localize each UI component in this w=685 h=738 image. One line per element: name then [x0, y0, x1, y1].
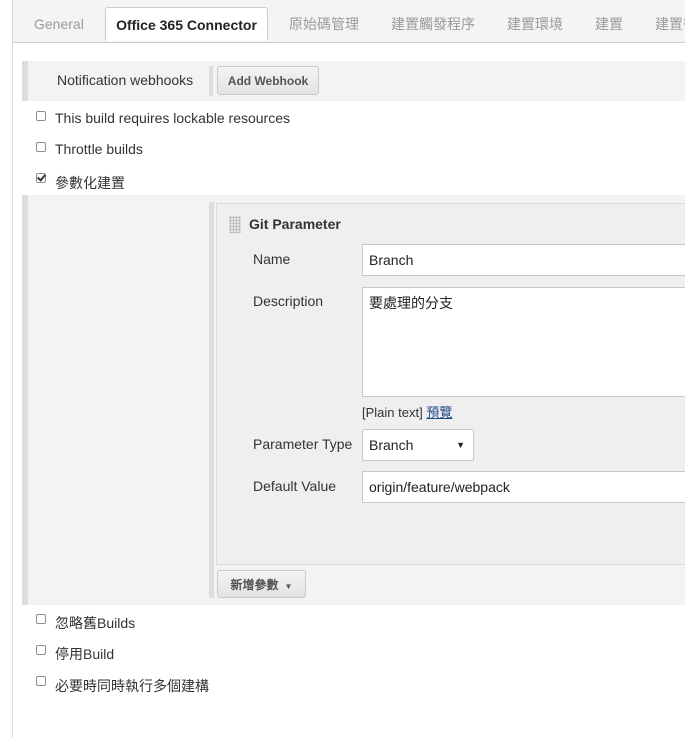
- tab-general[interactable]: General: [34, 0, 84, 42]
- tab-office365-connector[interactable]: Office 365 Connector: [105, 7, 268, 41]
- add-parameter-label: 新增參數: [230, 578, 279, 592]
- parameters-divider: [209, 202, 214, 598]
- description-textarea[interactable]: 要處理的分支: [362, 287, 685, 397]
- disable-build-checkbox[interactable]: [36, 645, 46, 655]
- default-value-label: Default Value: [253, 478, 337, 494]
- add-parameter-button[interactable]: 新增參數 ▼: [217, 570, 306, 598]
- parameter-type-label: Parameter Type: [253, 436, 353, 452]
- default-value-input[interactable]: origin/feature/webpack: [362, 471, 685, 503]
- tab-bar: General Office 365 Connector 原始碼管理 建置觸發程…: [13, 0, 685, 43]
- tab-build-environment[interactable]: 建置環境: [507, 0, 563, 42]
- name-input[interactable]: Branch: [362, 244, 685, 276]
- preview-link[interactable]: 預覽: [426, 405, 452, 420]
- description-label: Description: [253, 293, 324, 309]
- parameterized-build-checkbox[interactable]: [36, 173, 46, 183]
- add-webhook-button[interactable]: Add Webhook: [217, 66, 319, 95]
- name-label: Name: [253, 251, 291, 267]
- drag-handle-icon[interactable]: [229, 216, 241, 233]
- discard-old-builds-checkbox[interactable]: [36, 614, 46, 624]
- concurrent-builds-label: 必要時同時執行多個建構: [55, 678, 209, 694]
- webhooks-divider: [209, 66, 213, 96]
- discard-old-builds-label: 忽略舊Builds: [55, 615, 136, 631]
- tab-post-build[interactable]: 建置後: [655, 0, 685, 42]
- tab-build-triggers[interactable]: 建置觸發程序: [391, 0, 475, 42]
- parameterized-build-label: 參數化建置: [55, 175, 125, 191]
- dropdown-arrow-icon: ▼: [456, 440, 465, 450]
- tab-build[interactable]: 建置: [595, 0, 623, 42]
- concurrent-builds-checkbox[interactable]: [36, 676, 46, 686]
- disable-build-label: 停用Build: [55, 646, 115, 662]
- webhooks-label: Notification webhooks: [57, 72, 194, 88]
- page-left-border: [12, 0, 13, 738]
- caret-down-icon: ▼: [284, 582, 293, 591]
- throttle-builds-checkbox[interactable]: [36, 142, 46, 152]
- throttle-builds-label: Throttle builds: [55, 141, 143, 157]
- parameter-type-select[interactable]: Branch ▼: [362, 429, 474, 461]
- lockable-resources-label: This build requires lockable resources: [55, 110, 290, 126]
- tab-source-code-management[interactable]: 原始碼管理: [289, 0, 359, 42]
- lockable-resources-checkbox[interactable]: [36, 111, 46, 121]
- text-format-note: [Plain text] 預覽: [362, 402, 452, 421]
- parameter-type-value: Branch: [369, 437, 414, 453]
- git-parameter-title: Git Parameter: [249, 216, 341, 232]
- plain-text-label: [Plain text]: [362, 405, 423, 420]
